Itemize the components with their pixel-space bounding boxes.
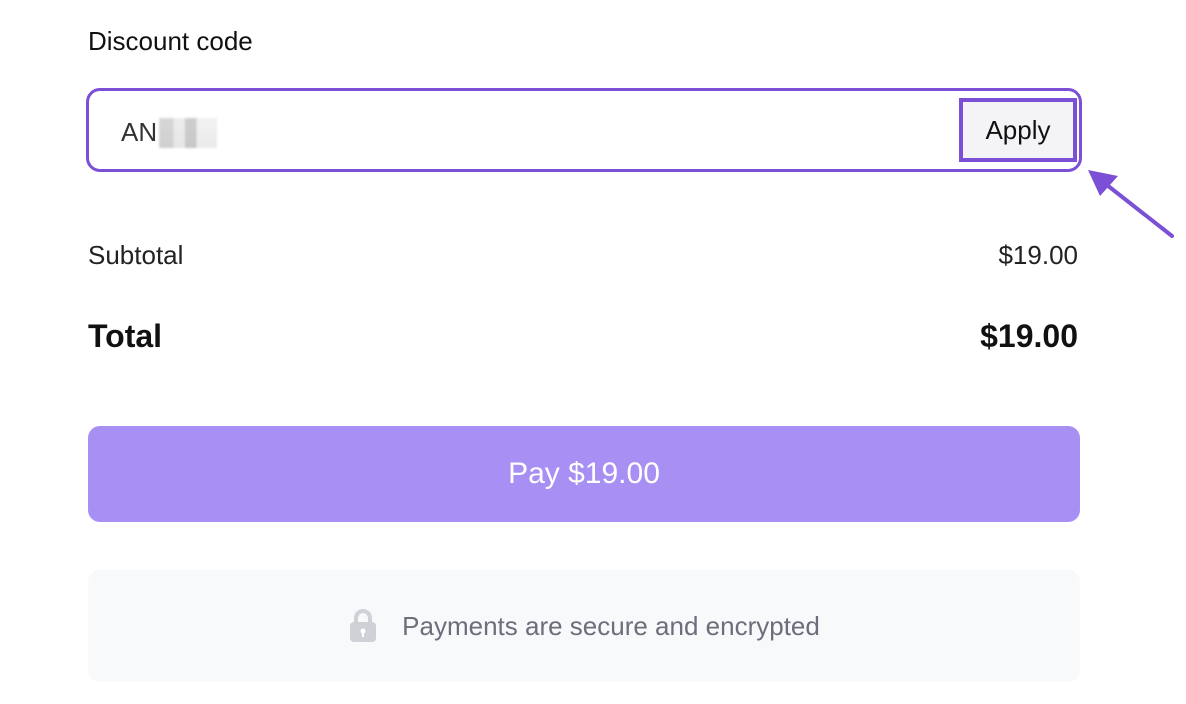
arrow-icon bbox=[1088, 170, 1174, 238]
discount-code-input[interactable]: AN Apply bbox=[86, 88, 1082, 172]
discount-code-text: AN bbox=[121, 117, 158, 147]
subtotal-value: $19.00 bbox=[998, 240, 1078, 270]
discount-code-label: Discount code bbox=[88, 26, 253, 56]
subtotal-label: Subtotal bbox=[88, 240, 184, 270]
subtotal-row: Subtotal $19.00 bbox=[88, 240, 1078, 271]
apply-button[interactable]: Apply bbox=[959, 98, 1077, 162]
security-notice-text: Payments are secure and encrypted bbox=[402, 610, 820, 641]
lock-icon bbox=[350, 609, 377, 642]
total-value: $19.00 bbox=[980, 318, 1078, 354]
pay-button-label: Pay $19.00 bbox=[508, 457, 660, 490]
total-row: Total $19.00 bbox=[88, 318, 1078, 355]
security-notice: Payments are secure and encrypted bbox=[88, 570, 1080, 682]
pay-button[interactable]: Pay $19.00 bbox=[88, 426, 1080, 522]
discount-code-value: AN bbox=[121, 117, 218, 148]
total-label: Total bbox=[88, 318, 163, 354]
redacted-text bbox=[159, 117, 218, 148]
